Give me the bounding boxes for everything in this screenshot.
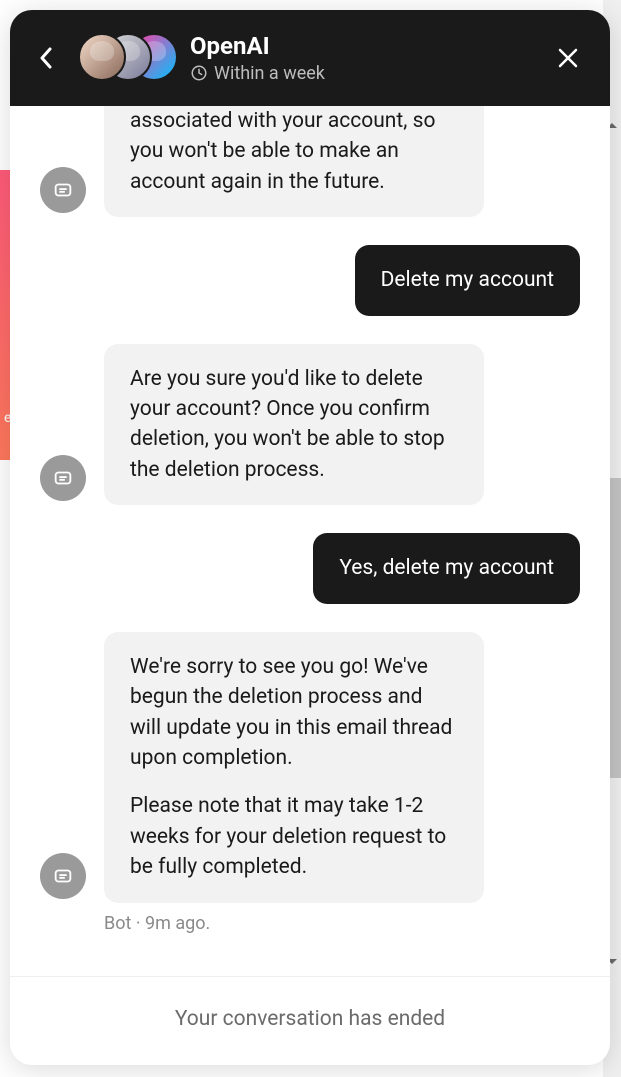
avatar (78, 33, 126, 81)
bot-avatar (40, 853, 86, 899)
message-text: We're sorry to see you go! We've begun t… (130, 652, 458, 774)
bot-message-bubble: associated with your account, so you won… (104, 106, 484, 217)
response-time-label: Within a week (214, 63, 325, 84)
chat-window: OpenAI Within a week (10, 10, 610, 1065)
user-message-bubble: Delete my account (355, 245, 580, 315)
footer-text: Your conversation has ended (175, 1007, 445, 1031)
message-row-user: Yes, delete my account (40, 533, 580, 603)
message-text: associated with your account, so you won… (130, 106, 458, 197)
message-text: Are you sure you'd like to delete your a… (130, 364, 458, 486)
message-text: Delete my account (381, 265, 554, 295)
header-text: OpenAI Within a week (190, 32, 536, 84)
bot-icon (52, 179, 74, 201)
bot-avatar (40, 167, 86, 213)
clock-icon (190, 64, 208, 82)
bot-message-bubble: We're sorry to see you go! We've begun t… (104, 632, 484, 903)
message-text: Yes, delete my account (339, 553, 554, 583)
support-avatars (78, 33, 176, 83)
chat-header: OpenAI Within a week (10, 10, 610, 106)
message-row-user: Delete my account (40, 245, 580, 315)
chevron-left-icon (39, 47, 53, 69)
message-text: Please note that it may take 1-2 weeks f… (130, 791, 458, 882)
chat-title: OpenAI (190, 32, 536, 61)
back-button[interactable] (28, 40, 64, 76)
close-button[interactable] (550, 40, 586, 76)
bot-avatar (40, 455, 86, 501)
messages-pane[interactable]: associated with your account, so you won… (10, 106, 610, 976)
bot-icon (52, 865, 74, 887)
bot-icon (52, 467, 74, 489)
message-meta: Bot · 9m ago. (104, 913, 580, 934)
close-icon (557, 47, 579, 69)
message-row-bot: Are you sure you'd like to delete your a… (40, 344, 580, 506)
message-row-bot: associated with your account, so you won… (40, 106, 580, 217)
conversation-ended-footer: Your conversation has ended (10, 976, 610, 1065)
chat-subtitle: Within a week (190, 63, 536, 84)
bot-message-bubble: Are you sure you'd like to delete your a… (104, 344, 484, 506)
message-row-bot: We're sorry to see you go! We've begun t… (40, 632, 580, 903)
user-message-bubble: Yes, delete my account (313, 533, 580, 603)
